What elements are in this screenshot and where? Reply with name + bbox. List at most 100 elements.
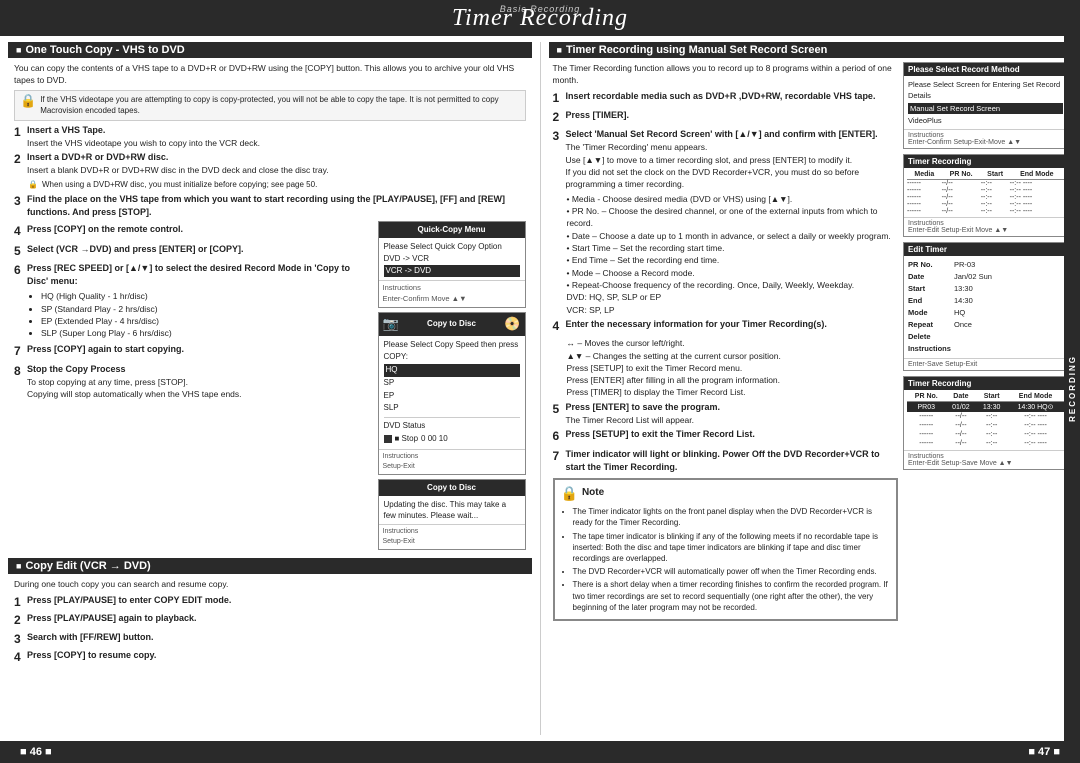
trp2-content: PR No. Date Start End Mode PR03 01/02 [904, 390, 1067, 450]
etp-val-start: 13:30 [954, 283, 973, 295]
trp1-nav: Enter-Edit Setup-Exit Move ▲▼ [908, 227, 1063, 234]
step-num: 3 [553, 128, 563, 190]
step-5: 5 Select (VCR →DVD) and press [ENTER] or… [14, 243, 372, 260]
trp1-instr: Instructions [908, 220, 1063, 227]
step-num: 3 [14, 193, 24, 218]
note-item-4: There is a short delay when a timer reco… [573, 579, 891, 613]
section-icon2: ■ [16, 561, 21, 571]
copy-edit-step-2: 2 Press [PLAY/PAUSE] again to playback. [14, 612, 526, 629]
etp-row-delete: Delete [908, 331, 1063, 343]
one-touch-title: ■ One Touch Copy - VHS to DVD [8, 42, 532, 58]
timer-content: The Timer Recording function allows you … [549, 62, 1073, 621]
quick-copy-footer: Instructions Enter-Confirm Move ▲▼ [379, 280, 525, 307]
etp-label-start: Start [908, 283, 948, 295]
mode-slp: SLP (Super Long Play - 6 hrs/disc) [41, 327, 372, 339]
recording-sidebar: RECORDING [1064, 36, 1080, 741]
right-note-box: 🔒 Note The Timer indicator lights on the… [553, 478, 899, 621]
copy-edit-title: ■ Copy Edit (VCR → DVD) [8, 558, 532, 574]
bullet-text: When using a DVD+RW disc, you must initi… [42, 179, 317, 191]
bullet-icon: 🔒 [28, 179, 38, 191]
etp-content: PR No. PR-03 Date Jan/02 Sun Start 13:30 [904, 256, 1067, 358]
table-row: --------/----:----:-- ---- [907, 208, 1064, 215]
mode-list: HQ (High Quality - 1 hr/disc) SP (Standa… [27, 290, 372, 339]
side-panels: Please Select Record Method Please Selec… [903, 62, 1068, 621]
note-label: Note [582, 486, 604, 500]
etp-label-mode: Mode [908, 307, 948, 319]
basic-recording-subtitle: Basic Recording [500, 4, 581, 14]
th2-start: Start [976, 392, 1007, 402]
step-7: 7 Press [COPY] again to start copying. [14, 343, 372, 360]
ctd-sp: SP [384, 377, 520, 390]
th2-date: Date [946, 392, 977, 402]
step-label: Press [COPY] to resume copy. [27, 649, 156, 666]
copy-edit-step-4: 4 Press [COPY] to resume copy. [14, 649, 526, 666]
ctd-dvd-status: DVD Status [384, 417, 520, 433]
note-icon2: 🔒 [561, 484, 578, 504]
etp-row-instr: Instructions [908, 343, 1063, 355]
one-touch-content: You can copy the contents of a VHS tape … [8, 58, 532, 554]
stop-icon [384, 435, 392, 443]
trp2-table: PR No. Date Start End Mode PR03 01/02 [907, 392, 1064, 448]
table-row: --------/----:----:-- ---- [907, 430, 1064, 439]
step-label: Search with [FF/REW] button. [27, 631, 154, 648]
step-label: Press [REC SPEED] or [▲/▼] to select the… [27, 263, 350, 286]
section-icon: ■ [16, 45, 21, 55]
etp-row-start: Start 13:30 [908, 283, 1063, 295]
step-num: 3 [14, 631, 24, 648]
qcm-nav: Enter-Confirm Move ▲▼ [383, 294, 521, 305]
step-label: Select (VCR →DVD) and press [ENTER] or [… [27, 243, 244, 260]
psr-instr: Instructions [908, 132, 1063, 139]
etp-val-end: 14:30 [954, 295, 973, 307]
ctd2-title: Copy to Disc [379, 480, 525, 496]
bullet-start: • Start Time – Set the recording start t… [567, 242, 899, 254]
bullet-media: • Media - Choose desired media (DVD or V… [567, 193, 899, 205]
b-cursor: ↔ – Moves the cursor left/right. [567, 337, 899, 349]
step-label: Find the place on the VHS tape from whic… [27, 193, 526, 218]
b-timer: Press [TIMER] to display the Timer Recor… [567, 386, 899, 398]
step-num: 6 [14, 262, 24, 341]
timer-step-1: 1 Insert recordable media such as DVD+R … [553, 90, 899, 107]
ctd-footer: Instructions Setup-Exit [379, 449, 525, 474]
step-label: Press [PLAY/PAUSE] again to playback. [27, 612, 197, 629]
copy-edit-intro: During one touch copy you can search and… [14, 578, 526, 590]
timer-main: The Timer Recording function allows you … [553, 62, 899, 621]
trp1-table: Media PR No. Start End Mode --------/---… [907, 170, 1064, 215]
etp-row-repeat: Repeat Once [908, 319, 1063, 331]
bullet-prno: • PR No. – Choose the desired channel, o… [567, 205, 899, 230]
b-enter: Press [ENTER] after filling in all the p… [567, 374, 899, 386]
footer-left: ■ 46 ■ [20, 746, 52, 758]
please-select-panel: Please Select Record Method Please Selec… [903, 62, 1068, 149]
step-num: 4 [14, 649, 24, 666]
bullet-note: 🔒 When using a DVD+RW disc, you must ini… [28, 179, 526, 191]
step-label: Select 'Manual Set Record Screen' with [… [566, 129, 878, 139]
ctd-nav: Setup-Exit [383, 462, 521, 472]
etp-val-prno: PR-03 [954, 259, 975, 271]
psr-content: Please Select Screen for Entering Set Re… [904, 76, 1067, 129]
left-column: ■ One Touch Copy - VHS to DVD You can co… [8, 42, 532, 735]
etp-label-repeat: Repeat [908, 319, 948, 331]
page-footer: ■ 46 ■ ■ 47 ■ [0, 741, 1080, 763]
intro-text: You can copy the contents of a VHS tape … [14, 62, 526, 87]
psr-title: Please Select Record Method [904, 63, 1067, 76]
step-num: 8 [14, 363, 24, 401]
note-list: The Timer indicator lights on the front … [561, 506, 891, 613]
b-changes: ▲▼ – Changes the setting at the current … [567, 350, 899, 362]
ctd-slp: SLP [384, 402, 520, 415]
ctd2-instr: Instructions [383, 527, 521, 537]
step-label: Insert a DVD+R or DVD+RW disc. [27, 152, 168, 162]
ctd-instr: Instructions [383, 452, 521, 462]
timer-step-7: 7 Timer indicator will light or blinking… [553, 448, 899, 474]
bullet-mode: • Mode – Choose a Record mode. [567, 267, 899, 279]
timer-bullets: • Media - Choose desired media (DVD or V… [567, 193, 899, 316]
step-6: 6 Press [REC SPEED] or [▲/▼] to select t… [14, 262, 372, 341]
ctd-hq: HQ [384, 364, 520, 377]
step-detail: Insert a blank DVD+R or DVD+RW disc in t… [27, 165, 329, 175]
recording-label: RECORDING [1068, 355, 1077, 422]
step-label: Press [TIMER]. [566, 109, 630, 126]
ctd2-line1: Updating the disc. This may take a few m… [384, 499, 520, 521]
ctd-icon: 📷 [383, 315, 399, 334]
step-label: Enter the necessary information for your… [566, 318, 827, 335]
qcm-opt2: VCR -> DVD [384, 265, 520, 277]
page-header: Basic Recording Timer Recording [0, 0, 1080, 36]
bullet-vcr: VCR: SP, LP [567, 304, 899, 316]
